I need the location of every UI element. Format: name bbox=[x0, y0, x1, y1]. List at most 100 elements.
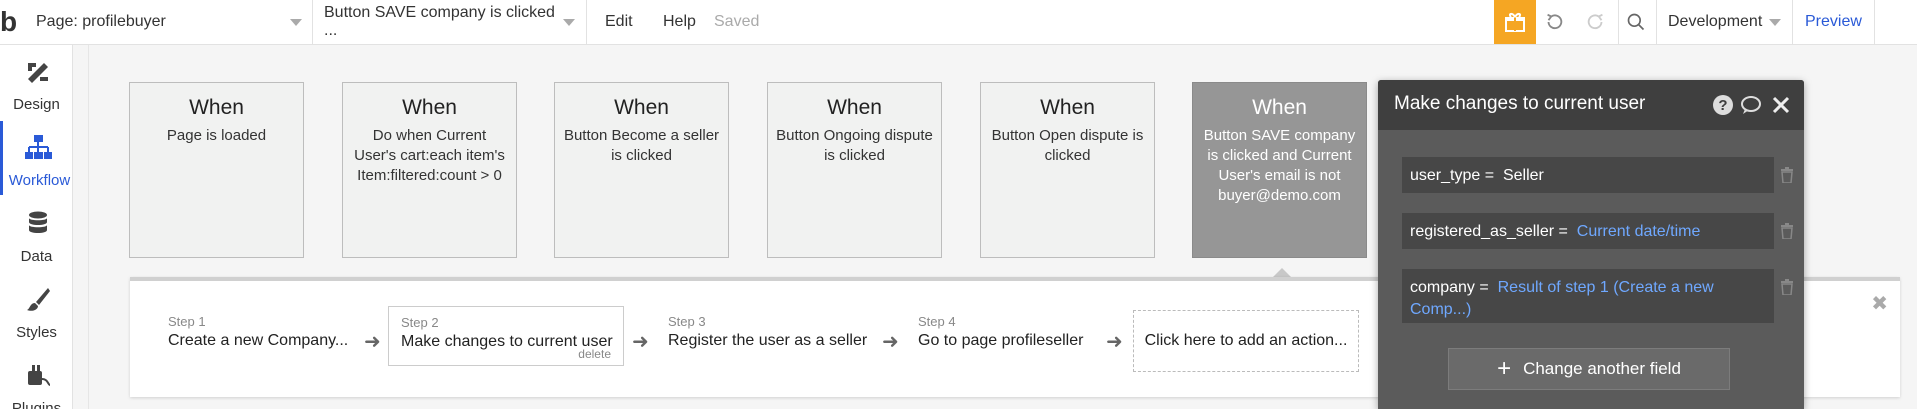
menu-help[interactable]: Help bbox=[663, 0, 696, 44]
event-description: Page is loaded bbox=[166, 127, 267, 144]
gift-button[interactable] bbox=[1494, 0, 1536, 44]
help-icon[interactable]: ? bbox=[1712, 94, 1734, 116]
chevron-down-icon[interactable] bbox=[563, 19, 575, 26]
environment-selector[interactable]: Development bbox=[1668, 0, 1762, 44]
comment-icon[interactable] bbox=[1740, 94, 1762, 116]
close-icon[interactable] bbox=[1770, 94, 1792, 116]
workflow-step-current[interactable]: Step 2 Make changes to current user dele… bbox=[388, 306, 624, 366]
event-card[interactable]: When Button Ongoing dispute is clicked bbox=[767, 82, 942, 258]
field-row[interactable]: company = Result of step 1 (Create a new… bbox=[1402, 269, 1774, 323]
save-status: Saved bbox=[714, 0, 759, 44]
bubble-logo[interactable]: b bbox=[0, 6, 28, 38]
step-number: Step 3 bbox=[668, 314, 706, 329]
svg-text:?: ? bbox=[1718, 97, 1727, 114]
change-another-field-label: Change another field bbox=[1523, 359, 1681, 378]
add-action-label: Click here to add an action... bbox=[1144, 332, 1348, 349]
save-status-label: Saved bbox=[714, 13, 760, 30]
field-equals: = bbox=[1474, 279, 1494, 296]
menu-edit[interactable]: Edit bbox=[605, 0, 633, 44]
undo-button[interactable] bbox=[1540, 8, 1568, 36]
design-icon bbox=[28, 63, 48, 83]
event-when-label: When bbox=[827, 96, 882, 119]
workflow-step[interactable]: Step 1 Create a new Company... bbox=[156, 306, 360, 366]
event-card[interactable]: When Do when Current User's cart:each it… bbox=[342, 82, 517, 258]
step-number: Step 2 bbox=[401, 315, 439, 330]
sidebar-item-label: Design bbox=[13, 96, 60, 113]
sidebar-item-data[interactable]: Data bbox=[0, 197, 73, 271]
sidebar-item-plugins[interactable]: Plugins bbox=[0, 349, 73, 409]
event-description: Button Become a seller is clicked bbox=[563, 127, 720, 164]
arrow-right-icon: ➜ bbox=[364, 331, 381, 353]
event-description: Button SAVE company is clicked and Curre… bbox=[1203, 127, 1356, 204]
trash-icon[interactable] bbox=[1780, 223, 1794, 239]
divider bbox=[1792, 0, 1793, 44]
step-number: Step 1 bbox=[168, 314, 206, 329]
event-when-label: When bbox=[1252, 96, 1307, 119]
redo-icon bbox=[1587, 13, 1603, 30]
divider bbox=[1874, 0, 1875, 44]
top-toolbar: b Page: profilebuyer Button SAVE company… bbox=[0, 0, 1917, 45]
environment-label: Development bbox=[1668, 13, 1763, 30]
workflow-selector[interactable]: Button SAVE company is clicked ... bbox=[324, 0, 564, 44]
sidebar-item-label: Workflow bbox=[8, 172, 71, 189]
redo-button[interactable] bbox=[1582, 8, 1610, 36]
chevron-down-icon[interactable] bbox=[290, 19, 302, 26]
trash-icon[interactable] bbox=[1780, 167, 1794, 183]
step-number: Step 4 bbox=[918, 314, 956, 329]
field-dynamic-value[interactable]: Current date/time bbox=[1577, 223, 1701, 240]
preview-label: Preview bbox=[1805, 13, 1862, 30]
event-description: Do when Current User's cart:each item's … bbox=[354, 127, 505, 184]
sidebar-item-styles[interactable]: Styles bbox=[0, 273, 73, 347]
menu-help-label: Help bbox=[663, 13, 696, 30]
field-equals: = bbox=[1480, 167, 1499, 184]
workflow-step[interactable]: Step 4 Go to page profileseller bbox=[906, 306, 1095, 366]
workflow-step[interactable]: Step 3 Register the user as a seller bbox=[656, 306, 879, 366]
data-icon bbox=[29, 211, 47, 233]
event-when-label: When bbox=[402, 96, 457, 119]
plus-icon: + bbox=[1497, 355, 1512, 382]
arrow-right-icon: ➜ bbox=[882, 331, 899, 353]
divider bbox=[88, 45, 89, 409]
event-card[interactable]: When Page is loaded bbox=[129, 82, 304, 258]
event-card-selected[interactable]: When Button SAVE company is clicked and … bbox=[1192, 82, 1367, 258]
sidebar-item-design[interactable]: Design bbox=[0, 45, 73, 119]
close-icon[interactable]: ✖ bbox=[1871, 291, 1888, 316]
brush-icon bbox=[27, 288, 50, 311]
trash-icon[interactable] bbox=[1780, 279, 1794, 295]
step-name: Register the user as a seller bbox=[668, 332, 868, 349]
field-value[interactable]: Seller bbox=[1503, 167, 1544, 184]
event-card[interactable]: When Button Open dispute is clicked bbox=[980, 82, 1155, 258]
field-key: company bbox=[1410, 279, 1475, 296]
divider bbox=[1618, 0, 1619, 44]
event-when-label: When bbox=[614, 96, 669, 119]
event-card[interactable]: When Button Become a seller is clicked bbox=[554, 82, 729, 258]
delete-step-link[interactable]: delete bbox=[578, 347, 611, 361]
sidebar-item-workflow[interactable]: Workflow bbox=[0, 121, 73, 195]
page-selector[interactable]: Page: profilebuyer bbox=[36, 0, 306, 44]
field-row[interactable]: registered_as_seller = Current date/time bbox=[1402, 213, 1774, 249]
menu-edit-label: Edit bbox=[605, 13, 633, 30]
field-row[interactable]: user_type = Seller bbox=[1402, 157, 1774, 193]
divider bbox=[1656, 0, 1657, 44]
search-icon bbox=[1627, 13, 1645, 31]
field-equals: = bbox=[1554, 223, 1573, 240]
sidebar-item-label: Styles bbox=[16, 324, 57, 341]
step-name: Create a new Company... bbox=[168, 332, 349, 349]
add-action-button[interactable]: Click here to add an action... bbox=[1133, 310, 1359, 372]
arrow-right-icon: ➜ bbox=[632, 331, 649, 353]
chevron-down-icon[interactable] bbox=[1769, 19, 1781, 26]
plugins-icon bbox=[28, 365, 51, 386]
event-when-label: When bbox=[1040, 96, 1095, 119]
change-another-field-button[interactable]: + Change another field bbox=[1448, 348, 1730, 390]
search-button[interactable] bbox=[1622, 8, 1650, 36]
gift-icon bbox=[1505, 13, 1525, 32]
left-sidebar: Design Workflow Data Styles Plugins bbox=[0, 45, 73, 409]
sidebar-item-label: Plugins bbox=[11, 400, 62, 409]
undo-icon bbox=[1547, 13, 1563, 30]
preview-link[interactable]: Preview bbox=[1805, 0, 1862, 44]
field-key: user_type bbox=[1410, 167, 1481, 184]
property-editor-header: Make changes to current user ? bbox=[1378, 80, 1804, 130]
workflow-selector-label: Button SAVE company is clicked ... bbox=[324, 4, 555, 39]
property-editor-title: Make changes to current user bbox=[1394, 93, 1646, 114]
step-name: Go to page profileseller bbox=[918, 332, 1084, 349]
